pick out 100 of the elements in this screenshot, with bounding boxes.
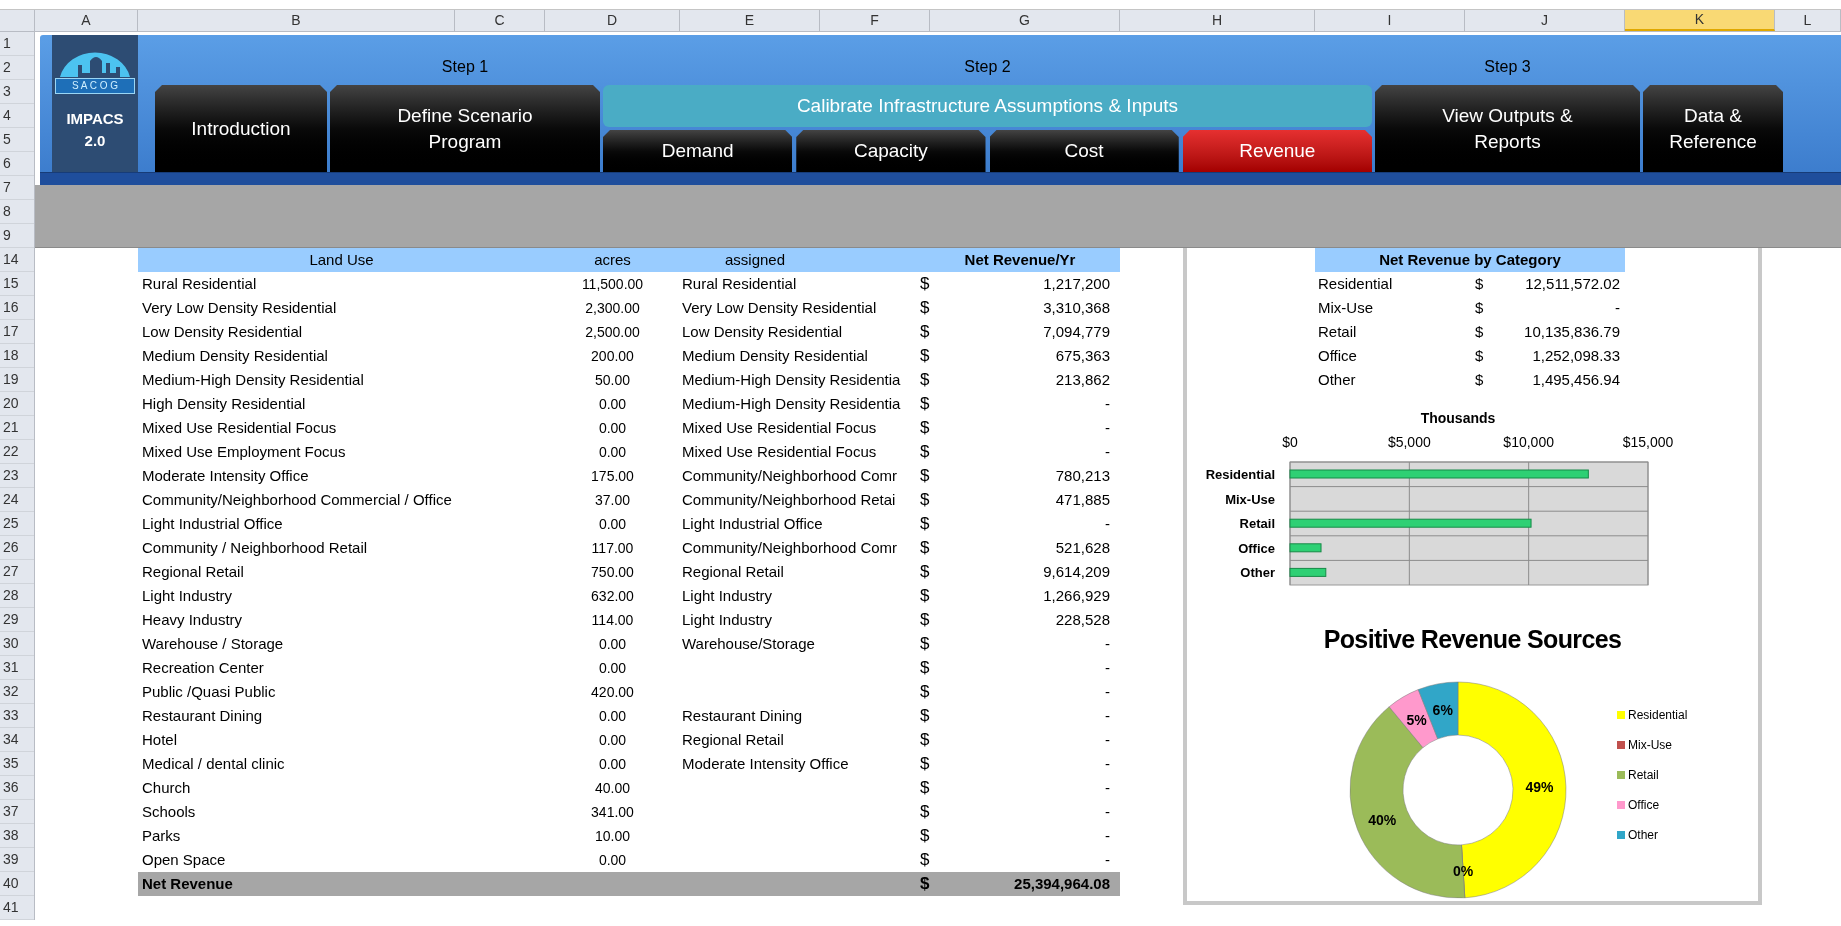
- column-letter[interactable]: L: [1775, 10, 1841, 31]
- row-number[interactable]: 37: [0, 800, 34, 824]
- category-label: Mix-Use: [1225, 491, 1275, 507]
- row-number[interactable]: 5: [0, 128, 34, 152]
- row-number[interactable]: 24: [0, 488, 34, 512]
- table-cell-text: $: [920, 465, 931, 488]
- table-cell-text: $: [920, 777, 931, 800]
- axis-label: $10,000: [1503, 434, 1554, 450]
- table-cell-text: 1,252,098.33: [1531, 345, 1621, 366]
- row-number[interactable]: 38: [0, 824, 34, 848]
- row-number[interactable]: 39: [0, 848, 34, 872]
- table-cell-text: $: [920, 657, 931, 680]
- row-number[interactable]: 30: [0, 632, 34, 656]
- row-number[interactable]: 20: [0, 392, 34, 416]
- column-letter[interactable]: C: [455, 10, 545, 31]
- nav-tab[interactable]: Demand: [603, 130, 793, 172]
- nav-tab[interactable]: Define Scenario Program: [330, 85, 600, 172]
- column-header: acres: [593, 249, 632, 270]
- row-number[interactable]: 41: [0, 896, 34, 920]
- table-cell: Mixed Use Residential Focus: [682, 418, 877, 436]
- table-cell-text: 521,628: [1054, 537, 1111, 558]
- app-name: IMPACS 2.0: [65, 109, 125, 151]
- axis-label: $0: [1282, 434, 1298, 450]
- table-cell-text: $: [920, 561, 931, 584]
- row-number[interactable]: 17: [0, 320, 34, 344]
- row-number[interactable]: 6: [0, 152, 34, 176]
- row-number[interactable]: 7: [0, 176, 34, 200]
- table-cell: Community/Neighborhood Retai: [682, 490, 896, 508]
- row-number[interactable]: 16: [0, 296, 34, 320]
- table-cell-text: 1,495,456.94: [1531, 369, 1621, 390]
- table-cell-text: 2,500.00: [584, 322, 641, 342]
- table-cell-text: 0.00: [597, 658, 628, 678]
- row-number[interactable]: 9: [0, 224, 34, 248]
- column-letter[interactable]: D: [545, 10, 680, 31]
- row-number[interactable]: 19: [0, 368, 34, 392]
- row-number[interactable]: 3: [0, 80, 34, 104]
- row-number[interactable]: 2: [0, 56, 34, 80]
- column-letter[interactable]: E: [680, 10, 820, 31]
- row-number[interactable]: 29: [0, 608, 34, 632]
- table-cell: Community/Neighborhood Comr: [682, 466, 898, 484]
- table-cell-text: Residential: [1317, 273, 1394, 294]
- row-number[interactable]: 25: [0, 512, 34, 536]
- row-number[interactable]: 40: [0, 872, 34, 896]
- legend-label: Mix-Use: [1628, 738, 1672, 752]
- row-number[interactable]: 31: [0, 656, 34, 680]
- column-letter[interactable]: I: [1315, 10, 1465, 31]
- row-number[interactable]: 32: [0, 680, 34, 704]
- table-cell-text: -: [1104, 753, 1111, 774]
- row-number[interactable]: 15: [0, 272, 34, 296]
- row-number[interactable]: 28: [0, 584, 34, 608]
- row-number[interactable]: 14: [0, 248, 34, 272]
- row-number[interactable]: 27: [0, 560, 34, 584]
- column-letter[interactable]: H: [1120, 10, 1315, 31]
- table-cell-text: 50.00: [593, 370, 631, 390]
- table-cell-text: $: [1475, 321, 1485, 342]
- data-label: 40%: [1368, 812, 1397, 828]
- nav-tab[interactable]: Cost: [989, 130, 1179, 172]
- column-letter[interactable]: B: [138, 10, 455, 31]
- table-cell-text: $: [920, 345, 931, 368]
- nav-tab[interactable]: Introduction: [155, 85, 327, 172]
- column-letter[interactable]: K: [1625, 10, 1775, 31]
- step-label: Step 1: [441, 57, 489, 77]
- row-number[interactable]: 23: [0, 464, 34, 488]
- table-cell-text: 11,500.00: [580, 274, 645, 294]
- step-label: Step 3: [1484, 57, 1531, 77]
- table-cell: Mixed Use Residential Focus: [682, 442, 877, 460]
- table-cell: Light Industrial Office: [682, 514, 823, 532]
- table-cell-text: $: [920, 321, 931, 344]
- row-number[interactable]: 4: [0, 104, 34, 128]
- legend-label: Office: [1628, 798, 1660, 812]
- table-cell-text: Light Industrial Office: [141, 513, 284, 534]
- table-cell-text: Church: [141, 777, 192, 798]
- row-number[interactable]: 18: [0, 344, 34, 368]
- column-letter[interactable]: G: [930, 10, 1120, 31]
- table-cell-text: -: [1104, 657, 1111, 678]
- table-cell-text: 341.00: [590, 802, 635, 822]
- table-cell-text: $: [920, 753, 931, 776]
- row-number[interactable]: 8: [0, 200, 34, 224]
- nav-tab[interactable]: Revenue: [1182, 130, 1372, 172]
- row-number[interactable]: 26: [0, 536, 34, 560]
- nav-tab[interactable]: Capacity: [796, 130, 986, 172]
- row-number[interactable]: 1: [0, 32, 34, 56]
- row-number[interactable]: 33: [0, 704, 34, 728]
- nav-tab[interactable]: View Outputs & Reports: [1375, 85, 1640, 172]
- row-number[interactable]: 36: [0, 776, 34, 800]
- table-cell-text: 420.00: [590, 682, 635, 702]
- row-number[interactable]: 34: [0, 728, 34, 752]
- row-number[interactable]: 21: [0, 416, 34, 440]
- table-cell-text: Light Industry: [141, 585, 234, 606]
- table-cell-text: Recreation Center: [141, 657, 265, 678]
- table-cell: Community/Neighborhood Comr: [682, 538, 898, 556]
- table-cell-text: 0.00: [597, 394, 628, 414]
- row-number[interactable]: 22: [0, 440, 34, 464]
- table-cell-text: 9,614,209: [1042, 561, 1111, 582]
- nav-tab[interactable]: Data & Reference: [1643, 85, 1783, 172]
- row-number[interactable]: 35: [0, 752, 34, 776]
- column-letter[interactable]: F: [820, 10, 930, 31]
- table-cell-text: 0.00: [597, 514, 628, 534]
- table-cell-text: 750.00: [590, 562, 635, 582]
- column-letter[interactable]: A: [35, 10, 138, 31]
